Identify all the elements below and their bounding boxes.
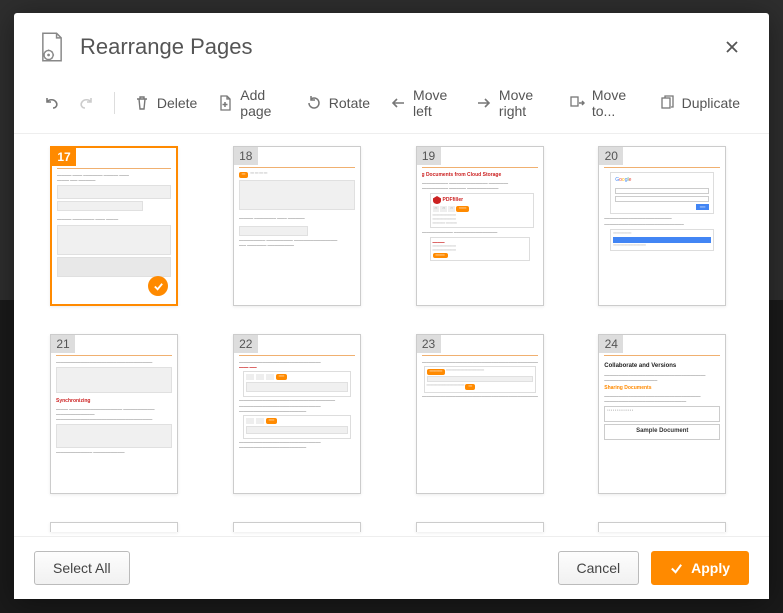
page-number-badge: 17 bbox=[52, 148, 76, 166]
page-thumbnail[interactable]: 24 Collaborate and Versions ━━━━━━━━━━━━… bbox=[598, 334, 726, 494]
move-to-icon bbox=[569, 95, 585, 111]
apply-label: Apply bbox=[691, 560, 730, 576]
move-to-label: Move to... bbox=[592, 87, 639, 119]
page-thumbnail[interactable]: 17 ━━━━━━ ━━━━ ━━━━━━━━ ━━━━━━ ━━━━━━━━━… bbox=[50, 146, 178, 306]
page-thumbnail[interactable]: 18 ━━━━ ━━ ━━ ━━ ━━━━━━ ━━━━━━━━━ ━━━━ ━… bbox=[233, 146, 361, 306]
delete-button[interactable]: Delete bbox=[127, 91, 204, 115]
select-all-button[interactable]: Select All bbox=[34, 551, 130, 585]
check-icon bbox=[670, 562, 683, 575]
rotate-icon bbox=[306, 95, 322, 111]
thumb-preview: ━━━━━━━━━━━━━━━━━━━━━━━━━━━━━━━━━━ ━━━━ … bbox=[239, 355, 355, 488]
page-thumbnail[interactable]: 21 ━━━━━━━━━━━━━━━━━━━━━━━━━━━━━━━━━━━━━… bbox=[50, 334, 178, 494]
close-button[interactable] bbox=[719, 36, 745, 58]
page-thumbnail-peek[interactable] bbox=[233, 522, 361, 532]
duplicate-icon bbox=[659, 95, 675, 111]
duplicate-button[interactable]: Duplicate bbox=[652, 91, 747, 115]
undo-button[interactable] bbox=[36, 91, 66, 115]
rotate-button[interactable]: Rotate bbox=[299, 91, 377, 115]
toolbar: Delete Add page Rotate Move left Move ri… bbox=[14, 77, 769, 133]
redo-icon bbox=[79, 95, 95, 111]
move-left-button[interactable]: Move left bbox=[383, 83, 463, 123]
rearrange-pages-modal: Rearrange Pages Delete Add page bbox=[14, 13, 769, 599]
modal-header: Rearrange Pages bbox=[14, 13, 769, 77]
delete-label: Delete bbox=[157, 95, 197, 111]
page-number-badge: 18 bbox=[234, 147, 258, 165]
page-thumbnail-peek[interactable] bbox=[416, 522, 544, 532]
modal-footer: Select All Cancel Apply bbox=[14, 536, 769, 599]
pages-grid: 17 ━━━━━━ ━━━━ ━━━━━━━━ ━━━━━━ ━━━━━━━━━… bbox=[50, 146, 733, 494]
page-thumbnail[interactable]: 19 g Documents from Cloud Storage ━━━━━━… bbox=[416, 146, 544, 306]
move-to-button[interactable]: Move to... bbox=[562, 83, 646, 123]
thumb-preview: ━━━━ ━━ ━━ ━━ ━━━━━━ ━━━━━━━━━ ━━━━ ━━━━… bbox=[239, 167, 355, 300]
add-page-label: Add page bbox=[240, 87, 285, 119]
apply-button[interactable]: Apply bbox=[651, 551, 749, 585]
trash-icon bbox=[134, 95, 150, 111]
next-row-peek bbox=[50, 522, 733, 532]
arrow-right-icon bbox=[476, 95, 492, 111]
move-left-label: Move left bbox=[413, 87, 456, 119]
page-thumbnail[interactable]: 22 ━━━━━━━━━━━━━━━━━━━━━━━━━━━━━━━━━━ ━━… bbox=[233, 334, 361, 494]
page-thumbnail-peek[interactable] bbox=[50, 522, 178, 532]
thumb-preview: Google ━━━ ━━━━━━━━━━━━━━━━━━━━━━━━━━━━━… bbox=[604, 167, 720, 300]
page-number-badge: 23 bbox=[417, 335, 441, 353]
redo-button[interactable] bbox=[72, 91, 102, 115]
page-thumbnail[interactable]: 23 ━━━━━━━━━━━━━━━━━━━━━━━━━━━━━━━━━━━━━… bbox=[416, 334, 544, 494]
page-number-badge: 24 bbox=[599, 335, 623, 353]
document-gear-icon bbox=[38, 31, 66, 63]
toolbar-separator bbox=[114, 92, 115, 114]
page-number-badge: 22 bbox=[234, 335, 258, 353]
cancel-button[interactable]: Cancel bbox=[558, 551, 640, 585]
move-right-button[interactable]: Move right bbox=[469, 83, 556, 123]
page-number-badge: 20 bbox=[599, 147, 623, 165]
thumb-preview: g Documents from Cloud Storage ━━━━━━━━━… bbox=[422, 167, 538, 300]
add-page-icon bbox=[217, 95, 233, 111]
rotate-label: Rotate bbox=[329, 95, 370, 111]
thumb-preview: ━━━━━━━━━━━━━━━━━━━━━━━━━━━━━━━━━━━━━━━━… bbox=[422, 355, 538, 488]
page-thumbnail-peek[interactable] bbox=[598, 522, 726, 532]
thumb-preview: Collaborate and Versions ━━━━━━━━━━━━━━━… bbox=[604, 355, 720, 488]
pages-scroll-area[interactable]: 17 ━━━━━━ ━━━━ ━━━━━━━━ ━━━━━━ ━━━━━━━━━… bbox=[14, 133, 769, 536]
add-page-button[interactable]: Add page bbox=[210, 83, 292, 123]
cancel-label: Cancel bbox=[577, 560, 621, 576]
page-thumbnail[interactable]: 20 Google ━━━ ━━━━━━━━━━━━━━━━━━━━━━━━━━… bbox=[598, 146, 726, 306]
page-number-badge: 19 bbox=[417, 147, 441, 165]
select-all-label: Select All bbox=[53, 560, 111, 576]
modal-title: Rearrange Pages bbox=[80, 34, 719, 60]
move-right-label: Move right bbox=[499, 87, 549, 119]
selected-check-icon bbox=[148, 276, 168, 296]
undo-icon bbox=[43, 95, 59, 111]
arrow-left-icon bbox=[390, 95, 406, 111]
duplicate-label: Duplicate bbox=[682, 95, 740, 111]
thumb-preview: ━━━━━━━━━━━━━━━━━━━━━━━━━━━━━━━━━━━━━━━━… bbox=[56, 355, 172, 488]
page-number-badge: 21 bbox=[51, 335, 75, 353]
